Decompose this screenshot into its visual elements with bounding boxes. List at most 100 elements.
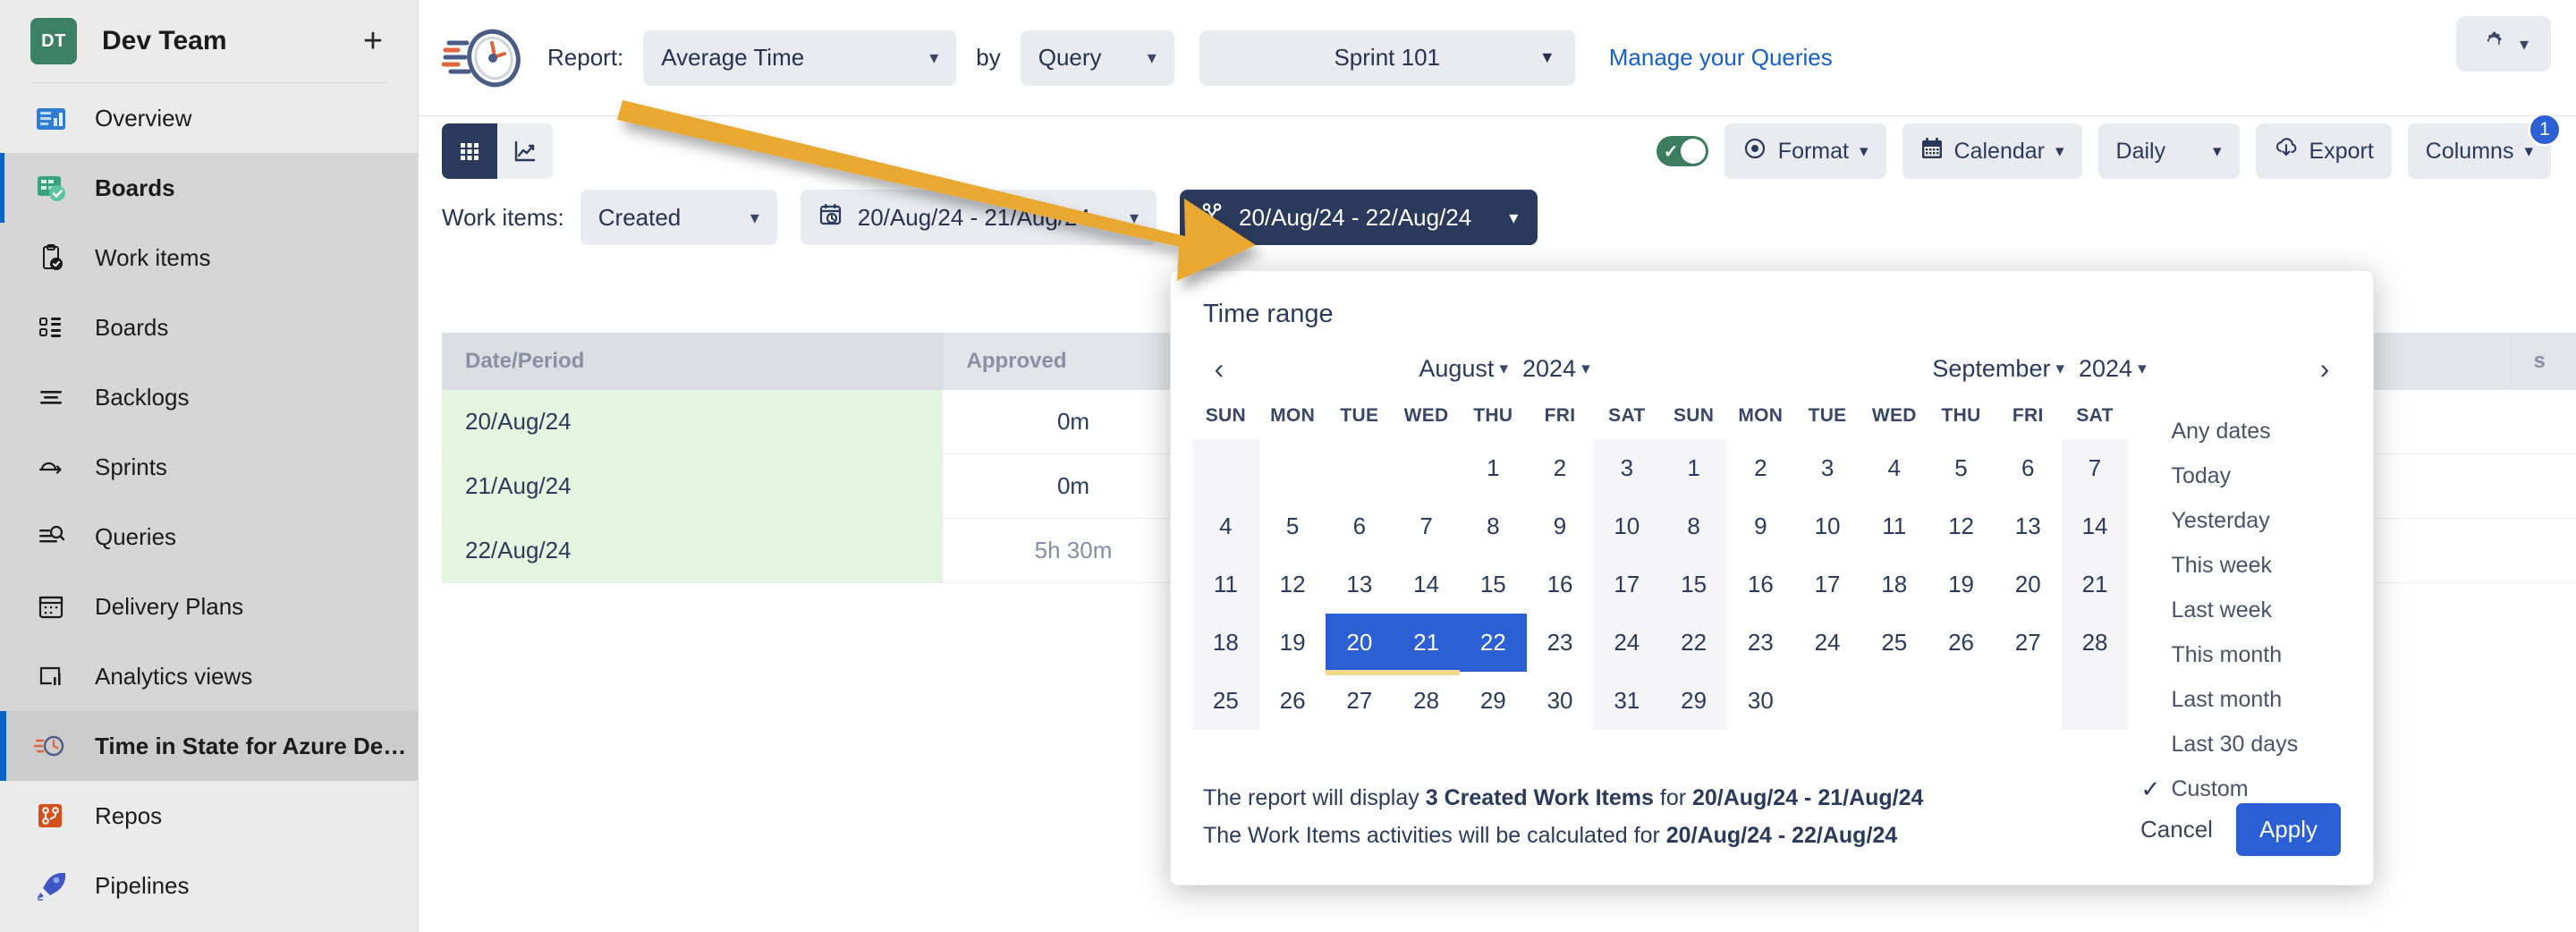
- work-items-select[interactable]: Created ▾: [580, 190, 777, 245]
- sidebar-item-analytics-views[interactable]: Analytics views: [0, 641, 418, 711]
- chevron-down-icon[interactable]: ▾: [2055, 359, 2064, 379]
- calendar-day[interactable]: 23: [1527, 614, 1594, 672]
- calendar-day[interactable]: 11: [1192, 555, 1259, 614]
- column-header[interactable]: s: [2510, 333, 2576, 390]
- calendar-day[interactable]: 22: [1460, 614, 1527, 672]
- calendar-day[interactable]: 3: [1593, 439, 1660, 497]
- activity-range-button[interactable]: 20/Aug/24 - 22/Aug/24 ▾: [1180, 190, 1538, 245]
- calendar-day[interactable]: 21: [1393, 614, 1460, 672]
- calendar-day[interactable]: 16: [1727, 555, 1794, 614]
- chevron-down-icon[interactable]: ▾: [1499, 359, 1508, 379]
- calendar-day[interactable]: 18: [1192, 614, 1259, 672]
- calendar-day[interactable]: 13: [1326, 555, 1393, 614]
- left-year-select[interactable]: 2024: [1522, 355, 1576, 383]
- calendar-day[interactable]: 8: [1460, 497, 1527, 555]
- calendar-day[interactable]: 2: [1727, 439, 1794, 497]
- calendar-day[interactable]: 27: [1995, 614, 2062, 672]
- calendar-day[interactable]: 7: [1393, 497, 1460, 555]
- created-range-button[interactable]: 20/Aug/24 - 21/Aug/24 ▾: [801, 190, 1157, 245]
- query-select[interactable]: Sprint 101 ▼: [1199, 30, 1575, 86]
- calendar-day[interactable]: 12: [1259, 555, 1326, 614]
- calendar-day[interactable]: 25: [1192, 672, 1259, 730]
- calendar-day[interactable]: 28: [2062, 614, 2129, 672]
- calendar-day[interactable]: 17: [1593, 555, 1660, 614]
- calendar-day[interactable]: 2: [1527, 439, 1594, 497]
- chevron-left-icon[interactable]: ‹: [1201, 352, 1237, 386]
- calendar-day[interactable]: 21: [2062, 555, 2129, 614]
- preset-item[interactable]: Last 30 days: [2140, 722, 2351, 767]
- calendar-day[interactable]: 29: [1660, 672, 1727, 730]
- calendar-day[interactable]: 6: [1326, 497, 1393, 555]
- preset-item[interactable]: Yesterday: [2140, 498, 2351, 543]
- calendar-day[interactable]: 7: [2062, 439, 2129, 497]
- calendar-day[interactable]: 16: [1527, 555, 1594, 614]
- sidebar-item-queries[interactable]: Queries: [0, 502, 418, 572]
- calendar-day[interactable]: 15: [1460, 555, 1527, 614]
- calendar-day[interactable]: 10: [1593, 497, 1660, 555]
- calendar-day[interactable]: 8: [1660, 497, 1727, 555]
- sidebar-item-repos[interactable]: Repos: [0, 781, 418, 851]
- manage-queries-link[interactable]: Manage your Queries: [1609, 44, 1833, 72]
- sidebar-item-work-items[interactable]: Work items: [0, 223, 418, 292]
- preset-item[interactable]: Last week: [2140, 588, 2351, 632]
- calendar-day[interactable]: 28: [1393, 672, 1460, 730]
- calendar-day[interactable]: 14: [1393, 555, 1460, 614]
- calendar-day[interactable]: 6: [1995, 439, 2062, 497]
- calendar-day[interactable]: 10: [1794, 497, 1861, 555]
- column-header[interactable]: Date/Period: [442, 333, 943, 390]
- chevron-right-icon[interactable]: ›: [2307, 352, 2343, 386]
- toggle-switch[interactable]: ✓: [1657, 136, 1708, 166]
- calendar-day[interactable]: 24: [1593, 614, 1660, 672]
- chevron-down-icon[interactable]: ▾: [2138, 359, 2147, 379]
- calendar-day[interactable]: 19: [1259, 614, 1326, 672]
- calendar-day[interactable]: 5: [1928, 439, 1995, 497]
- sidebar-item-sprints[interactable]: Sprints: [0, 432, 418, 502]
- preset-item[interactable]: This week: [2140, 543, 2351, 588]
- calendar-day[interactable]: 18: [1860, 555, 1928, 614]
- sidebar-item-pipelines[interactable]: Pipelines: [0, 851, 418, 920]
- settings-button[interactable]: ▾: [2456, 16, 2551, 72]
- export-button[interactable]: Export: [2256, 123, 2392, 179]
- calendar-button[interactable]: Calendar ▾: [1902, 123, 2082, 179]
- calendar-day[interactable]: 27: [1326, 672, 1393, 730]
- calendar-day[interactable]: 30: [1727, 672, 1794, 730]
- calendar-day[interactable]: 25: [1860, 614, 1928, 672]
- grid-view-icon[interactable]: [442, 123, 497, 179]
- right-month-select[interactable]: September: [1932, 355, 2050, 383]
- calendar-day[interactable]: 15: [1660, 555, 1727, 614]
- calendar-day[interactable]: 14: [2062, 497, 2129, 555]
- calendar-day[interactable]: 22: [1660, 614, 1727, 672]
- cancel-button[interactable]: Cancel: [2140, 816, 2213, 843]
- sidebar-item-delivery-plans[interactable]: Delivery Plans: [0, 572, 418, 641]
- calendar-day[interactable]: 29: [1460, 672, 1527, 730]
- calendar-day[interactable]: 24: [1794, 614, 1861, 672]
- sidebar-item-time-in-state[interactable]: Time in State for Azure DevO...: [0, 711, 418, 781]
- calendar-day[interactable]: 19: [1928, 555, 1995, 614]
- group-by-select[interactable]: Query ▾: [1021, 30, 1174, 86]
- preset-item[interactable]: Any dates: [2140, 409, 2351, 453]
- calendar-day[interactable]: 11: [1860, 497, 1928, 555]
- sidebar-item-boards[interactable]: Boards: [0, 292, 418, 362]
- calendar-day[interactable]: 3: [1794, 439, 1861, 497]
- chart-view-icon[interactable]: [497, 123, 553, 179]
- calendar-day[interactable]: 20: [1326, 614, 1393, 672]
- calendar-day[interactable]: 9: [1527, 497, 1594, 555]
- calendar-day[interactable]: 20: [1995, 555, 2062, 614]
- format-button[interactable]: Format ▾: [1724, 123, 1886, 179]
- calendar-day[interactable]: 5: [1259, 497, 1326, 555]
- calendar-day[interactable]: 26: [1259, 672, 1326, 730]
- calendar-day[interactable]: 9: [1727, 497, 1794, 555]
- preset-item[interactable]: This month: [2140, 632, 2351, 677]
- add-icon[interactable]: +: [355, 23, 391, 59]
- calendar-day[interactable]: 26: [1928, 614, 1995, 672]
- calendar-day[interactable]: 4: [1192, 497, 1259, 555]
- period-select[interactable]: Daily ▾: [2098, 123, 2240, 179]
- columns-button[interactable]: Columns ▾ 1: [2408, 123, 2551, 179]
- calendar-day[interactable]: 1: [1460, 439, 1527, 497]
- preset-item[interactable]: Today: [2140, 453, 2351, 498]
- right-year-select[interactable]: 2024: [2079, 355, 2132, 383]
- calendar-day[interactable]: 13: [1995, 497, 2062, 555]
- column-header[interactable]: Approved: [943, 333, 1204, 390]
- calendar-day[interactable]: 12: [1928, 497, 1995, 555]
- calendar-day[interactable]: 31: [1593, 672, 1660, 730]
